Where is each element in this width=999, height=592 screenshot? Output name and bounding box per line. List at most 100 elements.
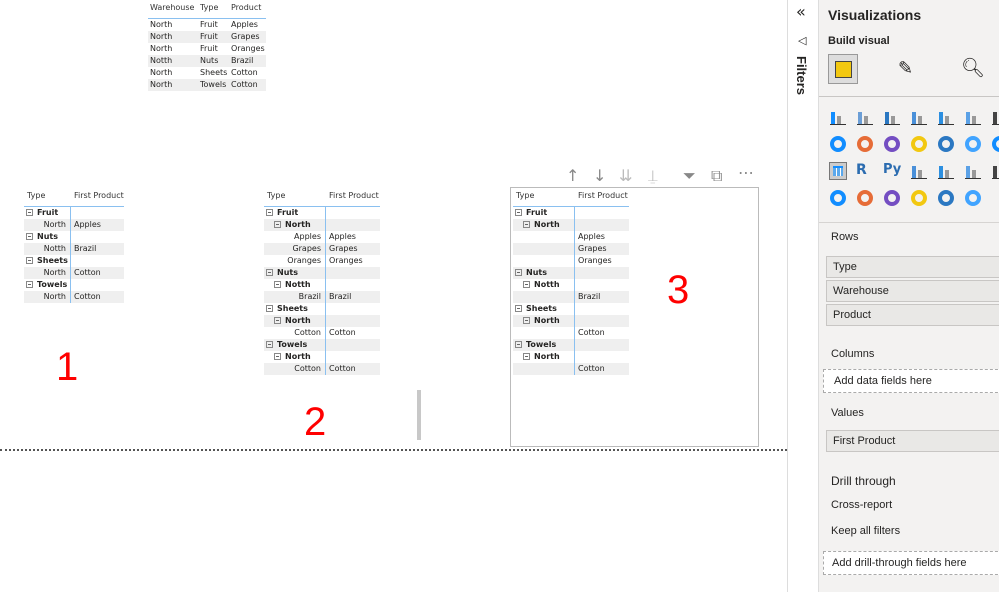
- clustered-column-icon[interactable]: [910, 108, 928, 126]
- funnel-icon[interactable]: [829, 189, 847, 207]
- collapse-icon[interactable]: [523, 317, 530, 324]
- columns-drop-zone[interactable]: Add data fields here: [823, 369, 999, 393]
- drill-through-drop-zone[interactable]: Add drill-through fields here: [823, 551, 999, 575]
- treemap-icon[interactable]: [910, 135, 928, 153]
- value-cell: [325, 219, 380, 231]
- collapse-icon[interactable]: [26, 281, 33, 288]
- matrix-row: Fruit: [24, 207, 124, 219]
- column-header[interactable]: Product: [229, 2, 266, 14]
- collapse-icon[interactable]: [274, 221, 281, 228]
- keep-all-filters-toggle[interactable]: Keep all filters: [831, 525, 900, 537]
- decomposition-tree-icon[interactable]: [937, 162, 955, 180]
- column-header[interactable]: Type: [24, 190, 70, 202]
- rows-field-product[interactable]: Product: [826, 304, 999, 326]
- paginated-icon[interactable]: [964, 189, 982, 207]
- r-visual-icon[interactable]: R: [856, 162, 874, 180]
- row-header-cell: Nuts: [513, 267, 574, 279]
- column-header[interactable]: Type: [198, 2, 229, 14]
- collapse-icon[interactable]: [515, 269, 522, 276]
- analytics-icon[interactable]: 🔍︎: [961, 56, 985, 79]
- filters-pane-collapsed[interactable]: « ◁ Filters: [787, 0, 819, 592]
- filter-icon[interactable]: ⏷: [683, 166, 696, 186]
- shape-map-icon[interactable]: [991, 135, 999, 153]
- collapse-icon[interactable]: [523, 353, 530, 360]
- drill-up-icon[interactable]: ↑: [566, 166, 579, 185]
- column-header[interactable]: Type: [264, 190, 325, 202]
- smart-narrative-icon[interactable]: [991, 162, 999, 180]
- row-header-cell: Sheets: [24, 255, 70, 267]
- more-options-icon[interactable]: ⋯: [738, 163, 754, 182]
- collapse-icon[interactable]: [274, 317, 281, 324]
- matrix-row: Fruit: [264, 207, 380, 219]
- matrix-header: Type First Product: [513, 190, 629, 207]
- matrix-row: North: [264, 219, 380, 231]
- row-label: North: [43, 220, 66, 229]
- value-cell: [325, 315, 380, 327]
- value-cell: Oranges: [574, 255, 629, 267]
- columns-label: Columns: [831, 348, 875, 360]
- multi-row-card-icon[interactable]: [883, 189, 901, 207]
- value-cell: Brazil: [325, 291, 380, 303]
- collapse-icon[interactable]: [26, 233, 33, 240]
- row-header-cell: North: [513, 315, 574, 327]
- resize-handle[interactable]: [417, 390, 421, 440]
- rows-field-warehouse[interactable]: Warehouse: [826, 280, 999, 302]
- kpi-icon[interactable]: [937, 189, 955, 207]
- collapse-icon[interactable]: [523, 281, 530, 288]
- source-table[interactable]: Warehouse Type Product North Fruit Apples Nor…: [148, 0, 266, 91]
- column-header[interactable]: Warehouse: [148, 2, 198, 14]
- filled-map-icon[interactable]: [964, 135, 982, 153]
- collapse-icon[interactable]: «: [796, 2, 806, 21]
- collapse-icon[interactable]: [523, 221, 530, 228]
- drill-down-icon[interactable]: ↓: [593, 166, 606, 185]
- collapse-icon[interactable]: [274, 281, 281, 288]
- column-header[interactable]: First Product: [574, 190, 628, 202]
- values-field-first-product[interactable]: First Product: [826, 430, 999, 452]
- column-header[interactable]: Type: [513, 190, 574, 202]
- collapse-icon[interactable]: [266, 209, 273, 216]
- gauge-icon[interactable]: [910, 189, 928, 207]
- collapse-icon[interactable]: [515, 209, 522, 216]
- scatter-icon[interactable]: [829, 135, 847, 153]
- expand-next-level-icon[interactable]: ⇊: [619, 166, 632, 185]
- rows-field-type[interactable]: Type: [826, 256, 999, 278]
- cross-report-toggle[interactable]: Cross-report: [831, 499, 892, 511]
- table-cell: Nuts: [200, 56, 219, 65]
- collapse-icon[interactable]: [266, 341, 273, 348]
- key-influencers-icon[interactable]: [910, 162, 928, 180]
- table-icon[interactable]: [829, 162, 847, 180]
- qa-icon[interactable]: [964, 162, 982, 180]
- collapse-icon[interactable]: [266, 305, 273, 312]
- value-cell: [325, 207, 380, 219]
- column-header[interactable]: First Product: [325, 190, 379, 202]
- 100-bar-icon[interactable]: [937, 108, 955, 126]
- table-cell: Notth: [150, 56, 173, 65]
- matrix-visual-3[interactable]: Type First Product Fruit North Apples Grapes O…: [513, 190, 629, 375]
- matrix-visual-2[interactable]: Type First Product Fruit North Apples Apples G…: [264, 190, 380, 375]
- card-icon[interactable]: [856, 189, 874, 207]
- values-label: Values: [831, 407, 864, 419]
- donut-icon[interactable]: [883, 135, 901, 153]
- stacked-bar-icon[interactable]: [829, 108, 847, 126]
- line-icon[interactable]: [991, 108, 999, 126]
- collapse-icon[interactable]: [26, 209, 33, 216]
- row-header-cell: Sheets: [264, 303, 325, 315]
- filters-label[interactable]: Filters: [794, 56, 809, 95]
- stacked-column-icon[interactable]: [856, 108, 874, 126]
- collapse-icon[interactable]: [515, 305, 522, 312]
- matrix-visual-1[interactable]: Type First Product Fruit North Apples Nuts Not…: [24, 190, 124, 303]
- expand-hierarchy-icon[interactable]: ⍊: [648, 166, 658, 186]
- format-visual-icon[interactable]: ✎: [898, 58, 913, 79]
- clustered-bar-icon[interactable]: [883, 108, 901, 126]
- focus-mode-icon[interactable]: ⧉: [711, 166, 722, 186]
- build-visual-tab[interactable]: [828, 54, 858, 84]
- map-icon[interactable]: [937, 135, 955, 153]
- 100-column-icon[interactable]: [964, 108, 982, 126]
- collapse-icon[interactable]: [515, 341, 522, 348]
- collapse-icon[interactable]: [266, 269, 273, 276]
- pie-icon[interactable]: [856, 135, 874, 153]
- python-visual-icon[interactable]: Py: [883, 162, 901, 180]
- collapse-icon[interactable]: [274, 353, 281, 360]
- collapse-icon[interactable]: [26, 257, 33, 264]
- column-header[interactable]: First Product: [70, 190, 124, 202]
